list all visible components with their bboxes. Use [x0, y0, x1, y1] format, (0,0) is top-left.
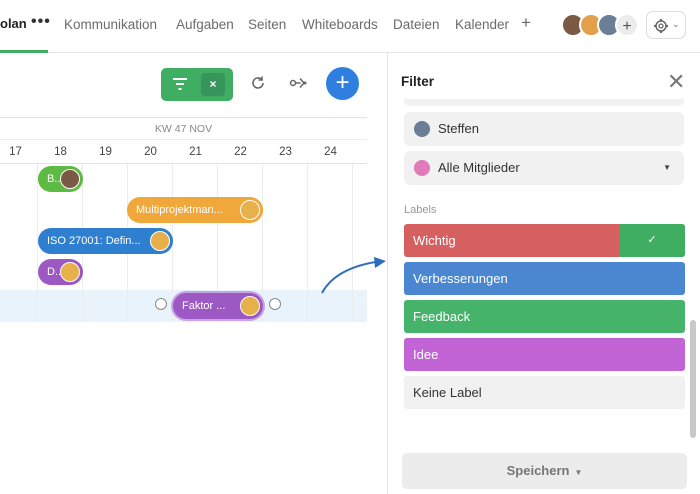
task-bar-label: Faktor ...: [182, 300, 226, 312]
drag-handle-start[interactable]: [155, 298, 167, 310]
label-name: Idee: [413, 347, 439, 362]
tab-dateien[interactable]: Dateien: [393, 17, 440, 32]
day-label: 22: [234, 146, 247, 158]
member-filter-item[interactable]: Steffen: [404, 112, 684, 146]
add-item-button[interactable]: +: [326, 67, 359, 100]
caret-down-icon: ▼: [574, 468, 583, 477]
save-button-label: Speichern: [506, 463, 570, 478]
day-label: 19: [99, 146, 112, 158]
tab-aufgaben[interactable]: Aufgaben: [176, 17, 234, 32]
member-select-dropdown[interactable]: Alle Mitglieder ▼: [404, 151, 684, 185]
avatar: [414, 160, 430, 176]
tab-kommunikation[interactable]: Kommunikation: [64, 17, 157, 32]
day-label: 18: [54, 146, 67, 158]
check-icon: ✓: [619, 224, 685, 257]
gantt-grid: KW 47 NOV 17 18 19 20 21 22 23 24 B... M…: [0, 117, 367, 322]
dependencies-icon[interactable]: [289, 75, 309, 91]
top-navigation-bar: olan ••• Kommunikation Aufgaben Seiten W…: [0, 0, 700, 53]
avatar: [240, 200, 260, 220]
tab-whiteboards[interactable]: Whiteboards: [302, 17, 378, 32]
label-name: Wichtig: [413, 233, 456, 248]
panel-title: Filter: [401, 74, 435, 89]
label-option-keine-label[interactable]: Keine Label: [404, 376, 685, 409]
tab-seiten[interactable]: Seiten: [248, 17, 286, 32]
labels-heading: Labels: [404, 204, 437, 216]
label-option-verbesserungen[interactable]: Verbesserungen: [404, 262, 685, 295]
drag-handle-end[interactable]: [269, 298, 281, 310]
add-tab-icon[interactable]: +: [521, 13, 531, 33]
more-options-icon[interactable]: •••: [31, 13, 51, 31]
clear-filter-button[interactable]: ×: [201, 73, 225, 96]
caret-down-icon: ▼: [663, 163, 671, 172]
member-name: Steffen: [438, 121, 479, 136]
tab-kalender[interactable]: Kalender: [455, 17, 509, 32]
avatar: [60, 262, 80, 282]
refresh-icon[interactable]: [250, 75, 266, 91]
annotation-arrow-icon: [321, 257, 386, 294]
label-name: Feedback: [413, 309, 471, 324]
day-label: 17: [9, 146, 22, 158]
save-button[interactable]: Speichern ▼: [402, 453, 687, 489]
task-bar-label: Multiprojektman...: [136, 204, 223, 216]
task-bar[interactable]: D...: [38, 259, 83, 285]
close-icon[interactable]: ✕: [667, 69, 685, 95]
task-bar-label: ISO 27001: Defin...: [47, 235, 141, 247]
tab-plan[interactable]: olan: [0, 16, 27, 31]
add-member-button[interactable]: +: [615, 13, 639, 37]
day-label: 24: [324, 146, 337, 158]
avatar: [240, 296, 260, 316]
label-name: Keine Label: [413, 385, 482, 400]
chevron-down-icon: ⌄: [672, 19, 680, 29]
settings-button[interactable]: ⌄: [646, 11, 686, 39]
day-label: 23: [279, 146, 292, 158]
day-label: 21: [189, 146, 202, 158]
label-option-idee[interactable]: Idee: [404, 338, 685, 371]
avatar: [150, 231, 170, 251]
label-option-feedback[interactable]: Feedback: [404, 300, 685, 333]
task-bar[interactable]: B...: [38, 166, 83, 192]
avatar: [414, 121, 430, 137]
filter-panel: Filter ✕ Steffen Alle Mitglieder ▼ Label…: [387, 53, 700, 494]
label-name: Verbesserungen: [413, 271, 508, 286]
avatar: [60, 169, 80, 189]
task-bar[interactable]: Faktor ...: [173, 293, 263, 319]
task-bar[interactable]: ISO 27001: Defin...: [38, 228, 173, 254]
task-bar[interactable]: Multiprojektman...: [127, 197, 263, 223]
filter-button[interactable]: ×: [161, 68, 233, 101]
day-label: 20: [144, 146, 157, 158]
panel-scrollbar[interactable]: [690, 320, 696, 438]
filter-icon: [173, 78, 187, 90]
member-name: Alle Mitglieder: [438, 160, 520, 175]
timeline-view: × + KW 47 NOV 17 18 19 20 21 22 23 24 B.…: [0, 53, 386, 494]
member-list-overflow: [404, 99, 684, 106]
label-option-wichtig[interactable]: Wichtig ✓: [404, 224, 685, 257]
gear-icon: [654, 19, 668, 33]
week-label: KW 47 NOV: [0, 118, 367, 140]
